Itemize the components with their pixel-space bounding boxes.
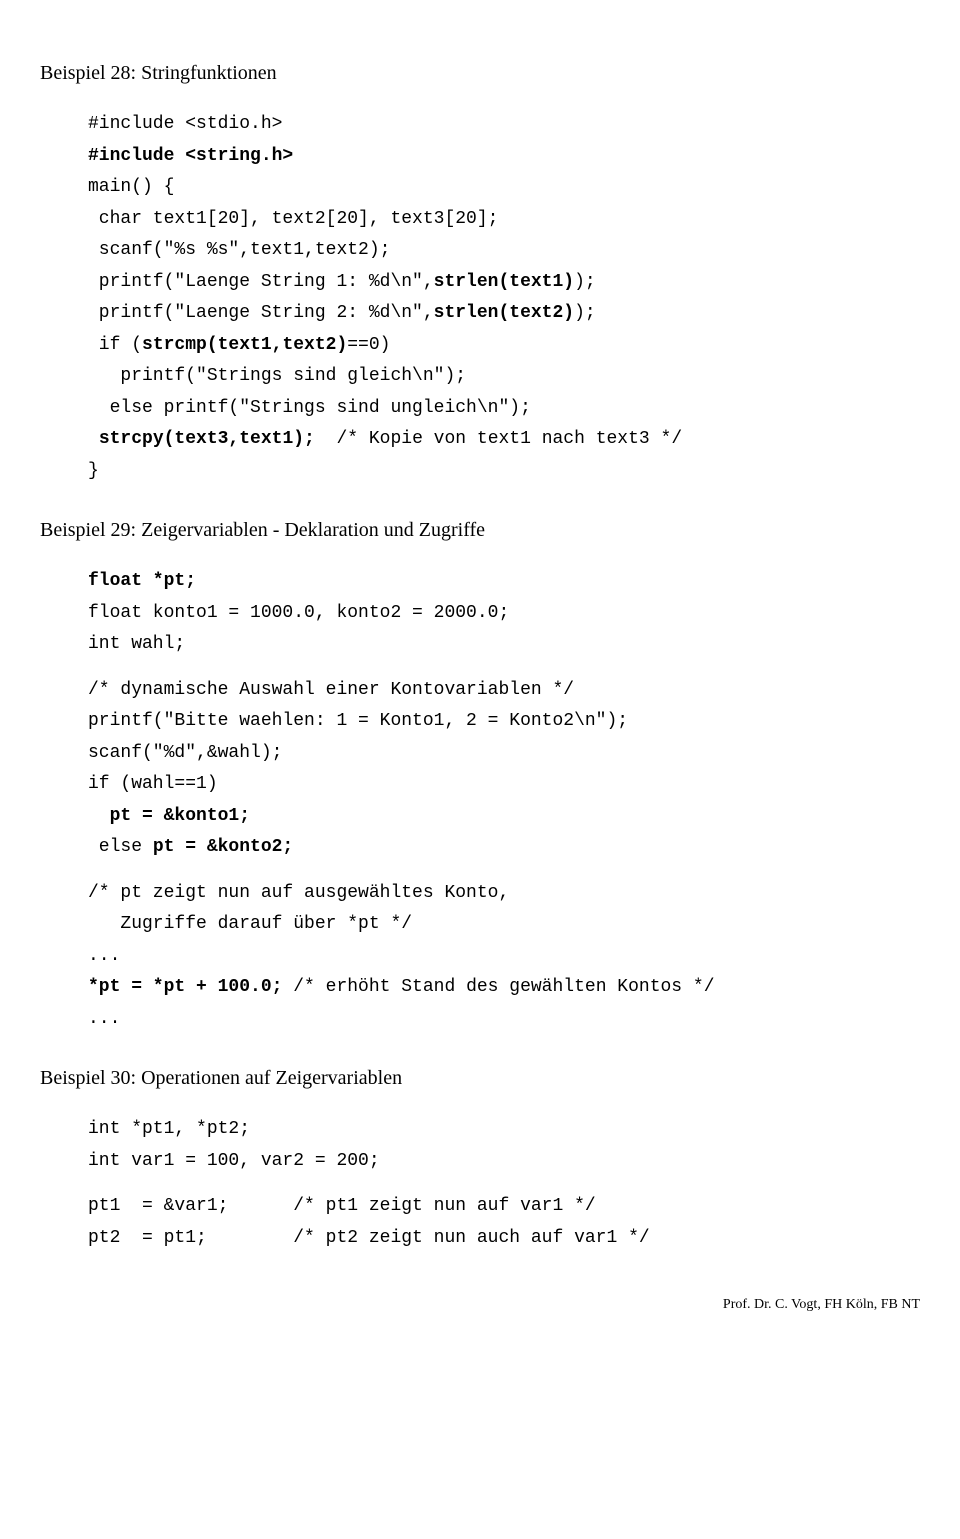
section-29-code-c: /* pt zeigt nun auf ausgewähltes Konto, … [88,878,920,1036]
section-28-code: #include <stdio.h> #include <string.h> m… [88,109,920,487]
section-30-title: Beispiel 30: Operationen auf Zeigervaria… [40,1063,920,1094]
section-29-code-b: /* dynamische Auswahl einer Kontovariabl… [88,675,920,864]
section-28-title: Beispiel 28: Stringfunktionen [40,58,920,89]
section-30-code-a: int *pt1, *pt2; int var1 = 100, var2 = 2… [88,1114,920,1177]
page-footer: Prof. Dr. C. Vogt, FH Köln, FB NT [40,1294,920,1316]
section-30-code-b: pt1 = &var1; /* pt1 zeigt nun auf var1 *… [88,1191,920,1254]
section-29-code-a: float *pt; float konto1 = 1000.0, konto2… [88,566,920,661]
section-29-title: Beispiel 29: Zeigervariablen - Deklarati… [40,515,920,546]
